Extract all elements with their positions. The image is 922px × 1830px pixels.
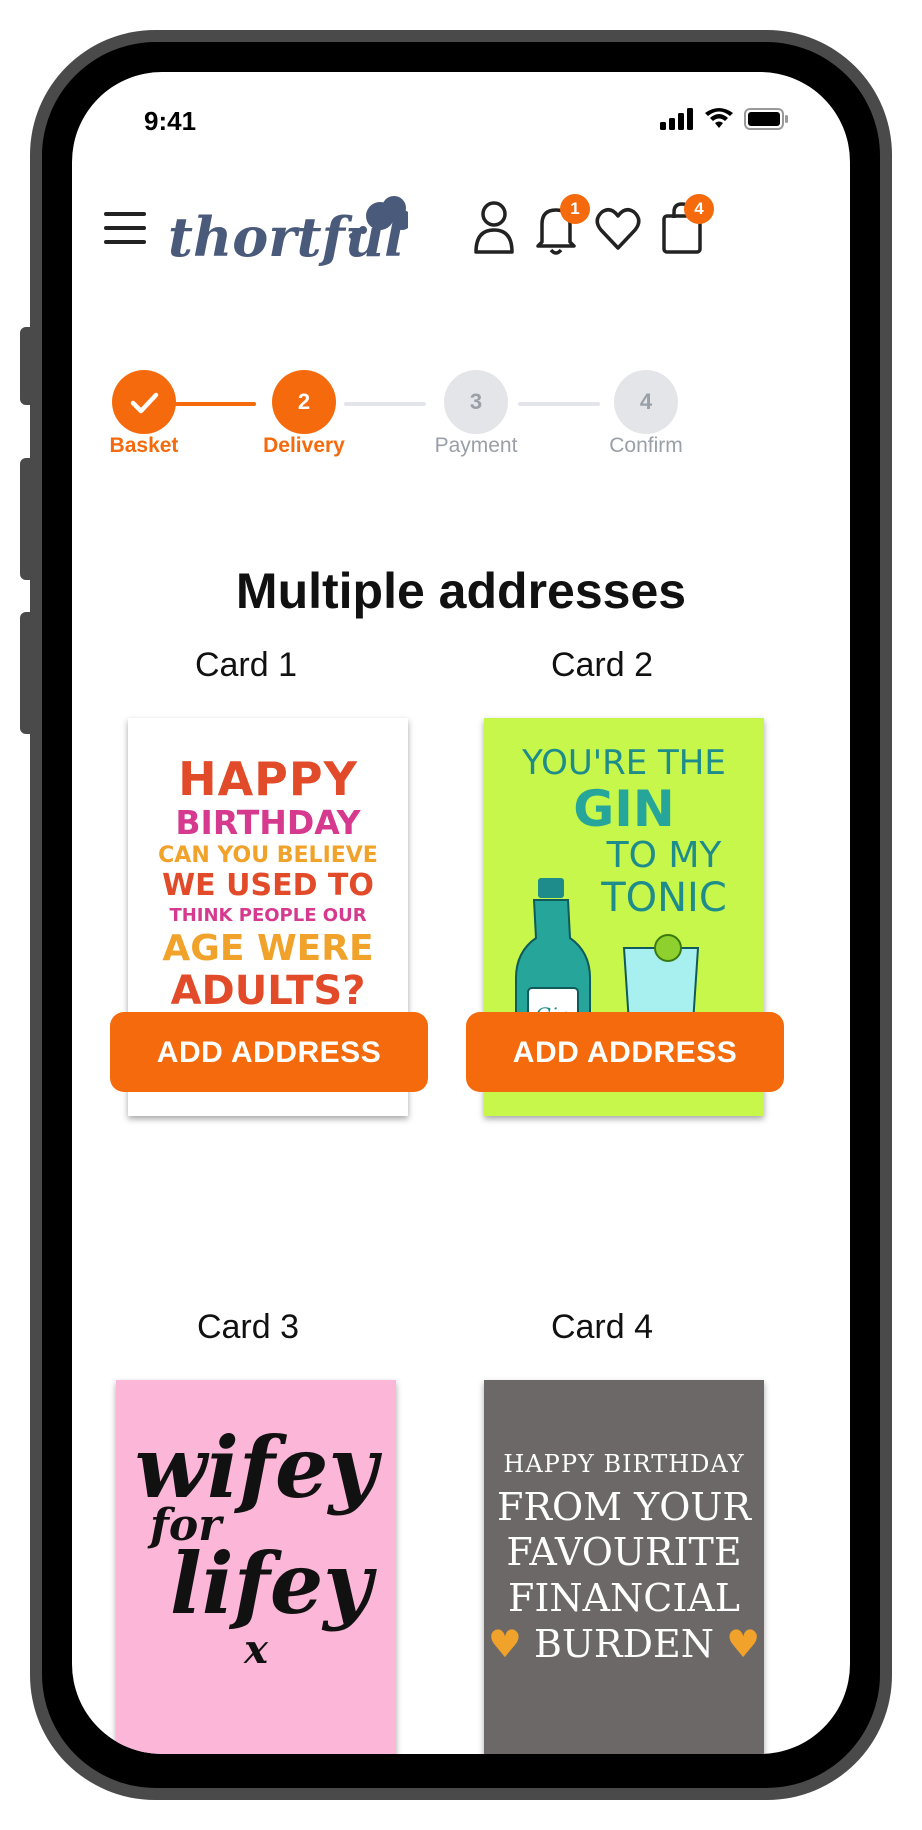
step-payment-circle: 3 — [444, 370, 508, 434]
card-2-art-line: TO MY — [606, 835, 722, 876]
phone-volume-up — [20, 458, 34, 580]
battery-icon — [744, 108, 788, 130]
card-1-art-line: BIRTHDAY — [175, 803, 361, 842]
step-basket-checkmark-icon[interactable] — [112, 370, 176, 434]
status-time: 9:41 — [144, 106, 197, 136]
card-1-add-address-button[interactable]: ADD ADDRESS — [110, 1012, 428, 1092]
step-label-confirm: Confirm — [609, 434, 683, 457]
notifications-bell-icon[interactable]: 1 — [532, 194, 590, 256]
wifi-icon — [705, 108, 733, 128]
heart-icon: ♥ — [487, 1621, 522, 1666]
basket-badge: 4 — [684, 194, 714, 224]
step-connector-1 — [174, 402, 256, 406]
card-4-art-line: HAPPY BIRTHDAY — [503, 1450, 745, 1478]
step-connector-2 — [344, 402, 426, 406]
step-connector-3 — [518, 402, 600, 406]
card-4-art-line: FAVOURITE — [506, 1530, 742, 1575]
card-3-art-line: lifey — [169, 1534, 373, 1633]
card-3-label: Card 3 — [196, 1308, 300, 1346]
card-1-label: Card 1 — [194, 646, 298, 684]
card-1-artwork: HAPPY BIRTHDAY CAN YOU BELIEVE WE USED T… — [128, 756, 408, 1011]
card-4-artwork: HAPPY BIRTHDAY FROM YOUR FAVOURITE FINAN… — [484, 1450, 764, 1667]
thortful-logo[interactable]: thortful — [168, 190, 412, 280]
phone-volume-down — [20, 612, 34, 734]
card-2-label: Card 2 — [550, 646, 654, 684]
step-label-payment: Payment — [434, 434, 518, 457]
notifications-badge: 1 — [560, 194, 590, 224]
card-3-art-line: x — [244, 1626, 268, 1673]
card-3-image[interactable]: wifey for lifey x — [116, 1380, 396, 1754]
step-label-basket[interactable]: Basket — [74, 434, 214, 458]
card-3-artwork: wifey for lifey x — [116, 1426, 396, 1670]
card-2-art-line: GIN — [573, 780, 675, 838]
step-delivery-circle: 2 — [272, 370, 336, 434]
card-4-art-line: FINANCIAL — [507, 1575, 741, 1620]
card-4-art-line: FROM YOUR — [497, 1484, 751, 1529]
hamburger-menu-icon[interactable] — [104, 212, 146, 244]
signal-icon — [660, 108, 693, 130]
step-label-delivery: Delivery — [263, 434, 345, 457]
basket-bag-icon[interactable]: 4 — [658, 194, 714, 256]
card-1-art-line: THINK PEOPLE OUR — [169, 905, 367, 926]
card-2-art-line: YOU'RE THE — [522, 743, 726, 783]
checkout-progress-steps: 2 3 4 Basket Delivery Payment Confirm — [72, 350, 850, 470]
page-title: Multiple addresses — [235, 563, 687, 619]
status-icons — [660, 108, 790, 130]
card-1-art-line: HAPPY — [178, 752, 358, 806]
card-1-art-line: AGE WERE — [162, 928, 374, 969]
card-2-add-address-button[interactable]: ADD ADDRESS — [466, 1012, 784, 1092]
card-4-image[interactable]: HAPPY BIRTHDAY FROM YOUR FAVOURITE FINAN… — [484, 1380, 764, 1754]
card-1-art-line: WE USED TO — [162, 868, 374, 903]
phone-mute-switch — [20, 327, 34, 405]
account-icon[interactable] — [470, 200, 518, 256]
card-3-art-line: wifey — [134, 1418, 378, 1517]
favourites-heart-icon[interactable] — [594, 200, 642, 256]
card-1-art-line: CAN YOU BELIEVE — [158, 843, 378, 868]
card-1-art-line: ADULTS? — [170, 968, 366, 1014]
card-4-label: Card 4 — [550, 1308, 654, 1346]
step-confirm-circle: 4 — [614, 370, 678, 434]
heart-icon: ♥ — [726, 1621, 761, 1666]
phone-screen: 9:41 thortful 1 4 2 3 4 Basket Delivery … — [72, 72, 850, 1754]
card-4-art-line: BURDEN — [533, 1621, 715, 1666]
